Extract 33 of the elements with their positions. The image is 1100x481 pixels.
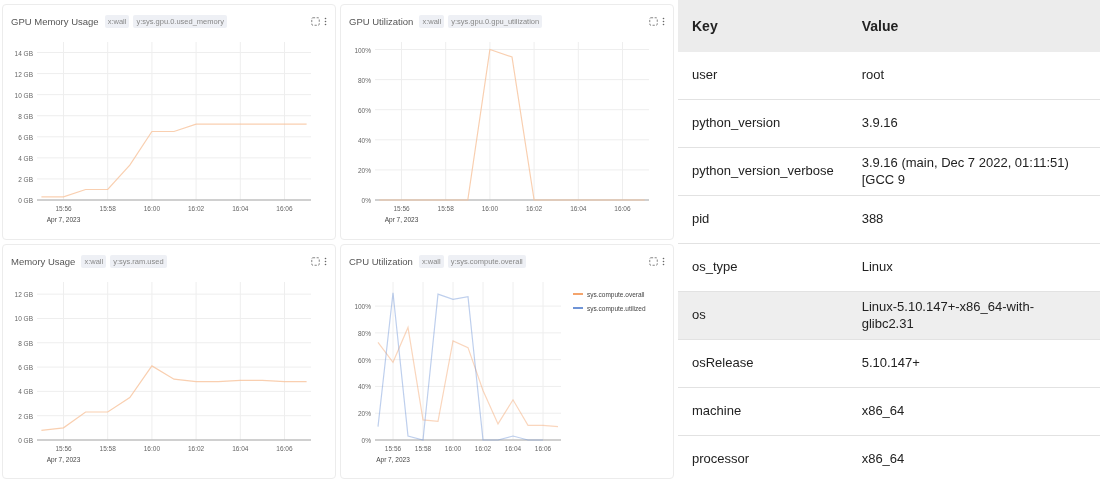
table-row[interactable]: processor x86_64 bbox=[678, 435, 1100, 481]
key-cell: python_version bbox=[678, 99, 848, 148]
chart-title: CPU Utilization bbox=[349, 255, 413, 267]
key-cell: user bbox=[678, 52, 848, 100]
key-cell: pid bbox=[678, 195, 848, 244]
chart-title: GPU Utilization bbox=[349, 16, 414, 27]
value-cell: Linux bbox=[847, 243, 1100, 292]
value-cell: x86_64 bbox=[847, 435, 1100, 481]
table-row[interactable]: machine x86_64 bbox=[678, 387, 1100, 436]
table-row[interactable]: python_version_verbose 3.9.16 (main, Dec 7 2022, 01:11:51) [GCC 9 bbox=[678, 147, 1100, 196]
key-cell: processor bbox=[678, 435, 848, 481]
chart-title: GPU Memory Usage bbox=[11, 16, 99, 27]
table-row[interactable]: os_type Linux bbox=[678, 243, 1100, 292]
table-row[interactable]: pid 388 bbox=[678, 195, 1100, 244]
table-row[interactable]: user root bbox=[678, 52, 1100, 100]
value-cell: 3.9.16 bbox=[847, 99, 1100, 148]
chart-title: Memory Usage bbox=[11, 255, 76, 267]
key-cell: os bbox=[678, 291, 848, 340]
value-cell: root bbox=[847, 52, 1100, 100]
value-cell: 3.9.16 (main, Dec 7 2022, 01:11:51) [GCC 9 bbox=[847, 147, 1100, 196]
table-row[interactable]: python_version 3.9.16 bbox=[678, 99, 1100, 148]
value-cell: Linux-5.10.147+-x86_64-with-glibc2.31 bbox=[847, 291, 1100, 340]
value-cell: 5.10.147+ bbox=[847, 339, 1100, 388]
column-header: Value bbox=[847, 0, 1100, 52]
table-row[interactable]: osRelease 5.10.147+ bbox=[678, 339, 1100, 388]
column-header: Key bbox=[678, 0, 848, 52]
table-row[interactable]: os Linux-5.10.147+-x86_64-with-glibc2.31 bbox=[678, 291, 1100, 340]
key-cell: osRelease bbox=[678, 339, 848, 388]
key-cell: os_type bbox=[678, 243, 848, 292]
value-cell: 388 bbox=[847, 195, 1100, 244]
value-cell: x86_64 bbox=[847, 387, 1100, 436]
key-cell: python_version_verbose bbox=[678, 147, 848, 196]
key-cell: machine bbox=[678, 387, 848, 436]
